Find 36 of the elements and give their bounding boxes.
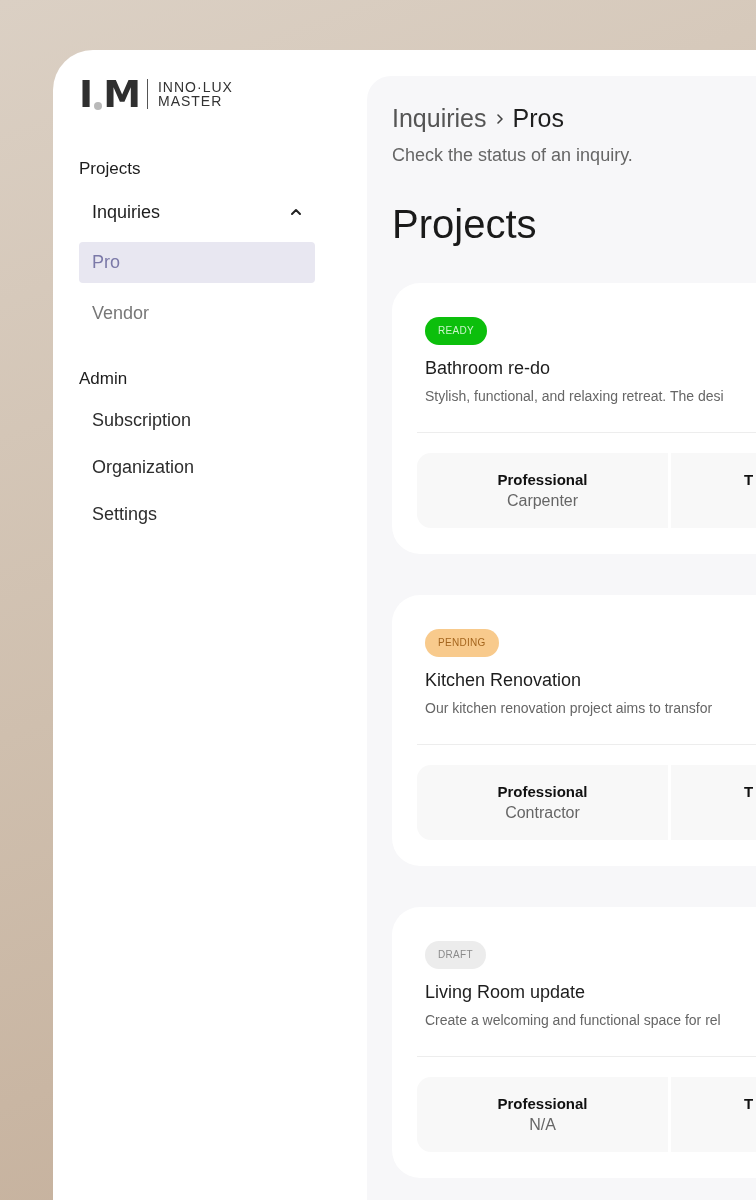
page-heading: Projects [392,201,538,248]
status-badge: READY [425,317,487,345]
brand-name: INNO·LUX [157,80,233,94]
chevron-right-icon [494,111,505,126]
nav-item[interactable]: Subscription [79,400,315,441]
project-title: Living Room update [425,982,587,1003]
cell-value: Contractor [505,804,580,822]
cell-label: Professional [497,783,588,800]
nav-item[interactable]: Settings [79,494,315,535]
brand-name: MASTER [157,94,224,108]
cell-label: T [744,783,754,800]
section-heading: Admin [79,368,129,390]
chevron-up-icon [290,207,302,217]
cell-label: T [744,471,754,488]
breadcrumb-link[interactable]: Inquiries [392,104,487,133]
cell-value: Carpenter [506,492,579,510]
project-title: Kitchen Renovation [425,670,583,691]
dot-icon [94,102,103,110]
project-description: Create a welcoming and functional space for rel [425,1012,722,1028]
nav-item[interactable]: Vendor [79,293,315,334]
breadcrumb-link[interactable]: Pros [512,104,564,133]
page-subtitle: Check the status of an inquiry. [392,145,634,166]
nav-item[interactable]: Organization [79,447,315,488]
project-description: Our kitchen renovation project aims to transfor [425,700,714,716]
status-badge: DRAFT [425,941,486,969]
logo-letter: M [103,78,141,110]
logo-letter: I [79,78,94,110]
section-heading: Projects [79,158,142,180]
cell-label: Professional [497,1095,588,1112]
cell-label: Professional [497,471,588,488]
project-description: Stylish, functional, and relaxing retreat. The desi [425,388,725,404]
status-badge: PENDING [425,629,499,657]
cell-label: T [744,1095,754,1112]
nav-group-item[interactable]: Inquiries [79,192,315,232]
project-title: Bathroom re-do [425,358,552,379]
cell-value: N/A [529,1116,556,1134]
